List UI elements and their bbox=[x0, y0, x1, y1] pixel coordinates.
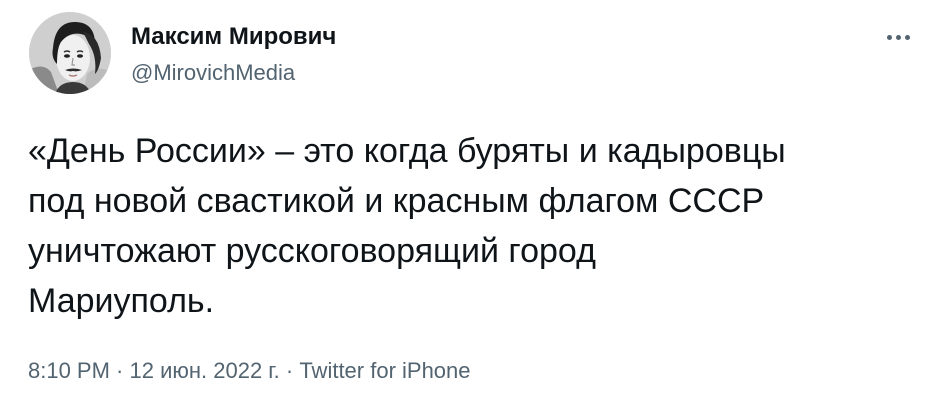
author-handle[interactable]: @MirovichMedia bbox=[131, 59, 295, 87]
tweet-time[interactable]: 8:10 PM bbox=[28, 358, 110, 383]
tweet-text: «День России» – это когда буряты и кадыр… bbox=[28, 126, 908, 326]
tweet-source-link[interactable]: Twitter for iPhone bbox=[299, 358, 470, 383]
profile-photo-icon bbox=[29, 12, 111, 94]
tweet-text-line: уничтожают русскоговорящий город bbox=[28, 232, 596, 270]
more-horizontal-icon bbox=[886, 34, 910, 40]
tweet-text-line: «День России» – это когда буряты и кадыр… bbox=[28, 132, 786, 170]
avatar[interactable] bbox=[29, 12, 111, 94]
tweet-metadata: 8:10 PM · 12 июн. 2022 г. · Twitter for … bbox=[28, 357, 471, 385]
tweet-text-line: Мариуполь. bbox=[28, 282, 215, 320]
meta-separator: · bbox=[109, 358, 130, 383]
author-display-name[interactable]: Максим Мирович bbox=[131, 22, 336, 52]
meta-separator: · bbox=[279, 358, 300, 383]
tweet-date[interactable]: 12 июн. 2022 г. bbox=[130, 358, 280, 383]
tweet-card: Максим Мирович @MirovichMedia «День Росс… bbox=[0, 0, 928, 404]
more-options-button[interactable] bbox=[880, 22, 916, 52]
tweet-text-line: под новой свастикой и красным флагом ССС… bbox=[28, 182, 765, 220]
